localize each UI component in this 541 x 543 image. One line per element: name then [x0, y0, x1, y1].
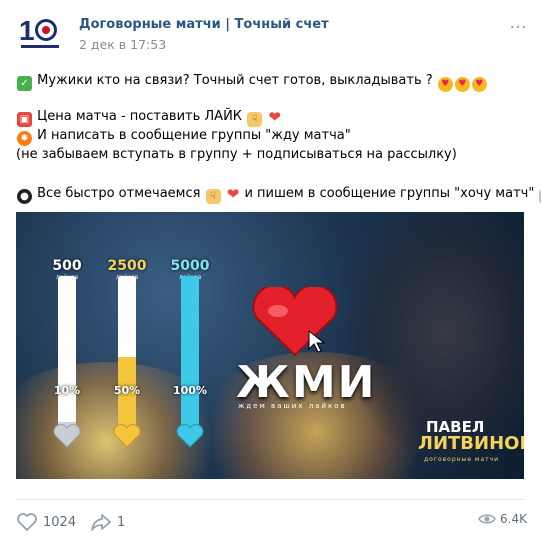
- svg-text:1: 1: [19, 15, 35, 46]
- post-author[interactable]: Договорные матчи | Точный счет: [79, 17, 329, 32]
- check-mark-icon: ✓: [17, 76, 32, 91]
- bar-1-percent: 10%: [53, 384, 81, 397]
- cyan-heart-icon: [176, 424, 204, 448]
- cursor-icon: [308, 329, 326, 354]
- silver-heart-icon: [53, 424, 81, 448]
- post-text-line-3: ✸ И написать в сообщение группы "жду мат…: [16, 127, 351, 146]
- promo-title: ЖМИ: [236, 357, 377, 408]
- promo-name-last: ЛИТВИНОВ: [418, 433, 524, 454]
- group-avatar[interactable]: 1: [17, 12, 63, 52]
- bomb-icon: ●: [17, 189, 32, 204]
- gift-icon: ▣: [17, 112, 32, 127]
- post-text-line-1: ✓ Мужики кто на связи? Точный счет готов…: [16, 72, 488, 92]
- post-text-line-4: (не забываем вступать в группу + подписы…: [16, 147, 457, 162]
- eye-icon: [478, 514, 496, 524]
- views-count: 6.4K: [500, 512, 527, 526]
- bar-2-label: 2500: [107, 258, 147, 274]
- progress-bar-2500: [118, 276, 136, 438]
- like-button[interactable]: 1024: [16, 512, 76, 532]
- heart-outline-icon: [17, 513, 37, 531]
- bar-3-percent: 100%: [173, 384, 207, 397]
- gold-heart-icon: [113, 424, 141, 448]
- more-options-icon[interactable]: ···: [507, 19, 529, 37]
- like-count: 1024: [43, 514, 77, 530]
- bar-3-label: 5000: [170, 258, 210, 274]
- heart-eyes-emoji-icon: ♥: [471, 77, 487, 92]
- post-text-2: Цена матча - поставить ЛАЙК: [37, 109, 243, 124]
- heart-eyes-emoji-icon: ♥: [437, 77, 453, 92]
- post-text-5a: Все быстро отмечаемся: [37, 186, 201, 201]
- progress-bar-5000: [181, 276, 199, 438]
- red-heart-icon: ❤: [226, 185, 240, 203]
- big-red-heart-icon: [250, 284, 340, 357]
- wall-post: 1 Договорные матчи | Точный счет 2 дек в…: [0, 0, 541, 543]
- share-arrow-icon: [91, 514, 111, 531]
- progress-bar-500: [58, 276, 76, 438]
- promo-name-sub: договорные матчи: [424, 456, 500, 463]
- views-counter: 6.4K: [478, 512, 527, 526]
- post-text-5b: и пишем в сообщение группы "хочу матч": [244, 186, 535, 201]
- post-text-1: Мужики кто на связи? Точный счет готов, …: [37, 73, 433, 88]
- share-button[interactable]: 1: [90, 512, 125, 532]
- heart-eyes-emoji-icon: ♥: [454, 77, 470, 92]
- pointing-down-hand-icon: ☟: [247, 112, 263, 127]
- post-text-3: И написать в сообщение группы "жду матча…: [37, 128, 351, 143]
- pointing-down-hand-icon: ☟: [205, 189, 221, 204]
- post-date[interactable]: 2 дек в 17:53: [79, 37, 166, 52]
- collision-icon: ✸: [17, 131, 32, 146]
- actions-divider: [16, 499, 525, 500]
- bar-1-label: 500: [52, 258, 82, 274]
- bar-2-percent: 50%: [113, 384, 141, 397]
- progress-bar-fill: [181, 276, 199, 438]
- post-image[interactable]: 500 лайков 10% 2500 лайков 50% 5000 лайк…: [16, 212, 524, 479]
- promo-subtitle: ждем ваших лайков: [238, 402, 347, 410]
- post-text-line-5: ● Все быстро отмечаемся ☟ ❤ и пишем в со…: [16, 185, 541, 204]
- post-text-line-2: ▣ Цена матча - поставить ЛАЙК ☟ ❤: [16, 108, 282, 127]
- red-heart-icon: ❤: [268, 108, 281, 126]
- share-count: 1: [117, 514, 126, 530]
